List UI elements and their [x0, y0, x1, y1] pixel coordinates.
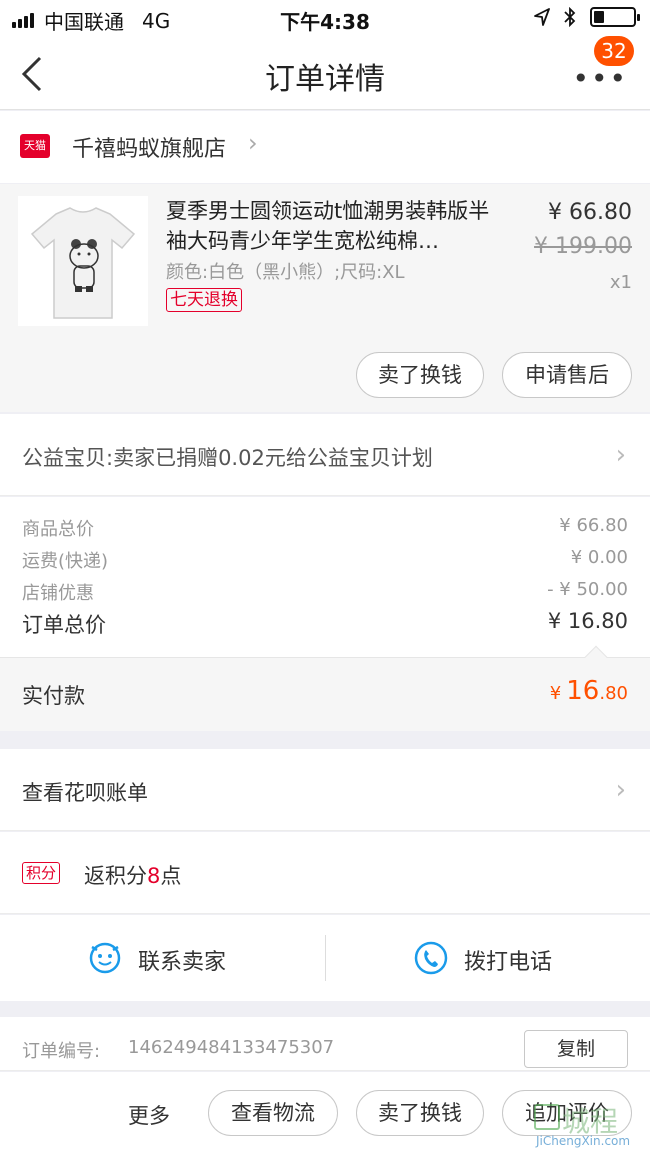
chat-face-icon [89, 942, 121, 974]
summary-row-total: 订单总价 ¥ 16.80 [22, 609, 628, 639]
more-menu-button[interactable]: ••• [572, 62, 628, 95]
product-sku: 颜色:白色（黑小熊）;尺码:XL [166, 262, 405, 283]
message-count-badge[interactable]: 32 [594, 36, 634, 66]
product-title[interactable]: 夏季男士圆领运动t恤潮男装韩版半袖大码青少年学生宽松纯棉… [166, 196, 506, 256]
points-suffix: 点 [160, 864, 182, 888]
watermark-subtext: JiChengXin.com [536, 1134, 631, 1148]
product-original-price: ¥ 199.00 [534, 234, 632, 259]
paid-amount-row: 实付款 ¥ 16.80 [0, 645, 650, 731]
huabei-bill-text: 查看花呗账单 [22, 781, 148, 805]
order-number-row: 订单编号: 146249484133475307 复制 [0, 1017, 650, 1071]
product-thumbnail[interactable] [18, 196, 148, 326]
order-number-value: 146249484133475307 [128, 1037, 335, 1058]
summary-label: 店铺优惠 [22, 583, 94, 604]
bluetooth-icon [564, 7, 576, 27]
shop-name[interactable]: 千禧蚂蚁旗舰店 [72, 131, 226, 163]
watermark-logo-icon [534, 1104, 560, 1130]
tshirt-image [30, 207, 136, 319]
paid-currency: ¥ [549, 683, 562, 704]
return-policy-tag: 七天退换 [166, 288, 242, 312]
chevron-right-icon: › [615, 775, 626, 805]
paid-value: ¥ 16.80 [550, 676, 628, 706]
summary-value: ¥ 16.80 [547, 609, 628, 633]
after-sale-button[interactable]: 申请售后 [502, 352, 632, 398]
call-phone-label: 拨打电话 [464, 950, 553, 975]
navigation-bar: 订单详情 ••• 32 [0, 36, 650, 110]
contact-seller-button[interactable]: 联系卖家 [0, 915, 325, 1001]
points-prefix: 返积分 [84, 864, 147, 888]
shop-row[interactable]: 天猫 千禧蚂蚁旗舰店 › [0, 111, 650, 183]
summary-value: ¥ 0.00 [570, 547, 628, 568]
battery-icon [590, 7, 640, 27]
summary-value: - ¥ 50.00 [547, 579, 628, 600]
huabei-bill-row[interactable]: 查看花呗账单 › [0, 749, 650, 831]
tmall-logo-icon: 天猫 [20, 134, 50, 158]
location-arrow-icon [534, 8, 550, 26]
summary-label: 订单总价 [22, 613, 106, 637]
status-bar: 中国联通 4G 下午4:38 [0, 0, 650, 36]
summary-label: 运费(快递) [22, 551, 109, 572]
summary-label: 商品总价 [22, 519, 94, 540]
paid-integer: 16 [566, 676, 600, 706]
product-quantity: x1 [609, 272, 632, 293]
status-right [534, 7, 640, 27]
more-actions-button[interactable]: 更多 [128, 1100, 170, 1130]
points-text: 返积分8点 [84, 860, 181, 890]
summary-row-shipping: 运费(快递) ¥ 0.00 [22, 547, 628, 573]
chevron-right-icon: › [615, 440, 626, 470]
page-title: 订单详情 [265, 62, 385, 97]
paid-decimal: .80 [599, 683, 628, 704]
charity-row[interactable]: 公益宝贝:卖家已捐赠0.02元给公益宝贝计划 › [0, 414, 650, 496]
phone-icon [414, 941, 448, 975]
points-number: 8 [147, 864, 161, 888]
contact-row: 联系卖家 拨打电话 [0, 915, 650, 1001]
order-number-label: 订单编号: [22, 1041, 101, 1062]
sell-button[interactable]: 卖了换钱 [356, 1090, 484, 1136]
sell-button[interactable]: 卖了换钱 [356, 352, 484, 398]
summary-row-discount: 店铺优惠 - ¥ 50.00 [22, 579, 628, 605]
points-row: 积分 返积分8点 [0, 832, 650, 914]
charity-text: 公益宝贝:卖家已捐赠0.02元给公益宝贝计划 [22, 446, 433, 470]
view-logistics-button[interactable]: 查看物流 [208, 1090, 338, 1136]
product-price: ¥ 66.80 [548, 200, 632, 225]
watermark-logo: 城程 JiChengXin.com [532, 1100, 644, 1150]
copy-button[interactable]: 复制 [524, 1030, 628, 1068]
call-phone-button[interactable]: 拨打电话 [326, 915, 650, 1001]
points-tag: 积分 [22, 862, 61, 884]
summary-row-subtotal: 商品总价 ¥ 66.80 [22, 515, 628, 541]
chevron-right-icon: › [248, 129, 258, 157]
product-card[interactable]: 夏季男士圆领运动t恤潮男装韩版半袖大码青少年学生宽松纯棉… 颜色:白色（黑小熊）… [0, 184, 650, 412]
contact-seller-label: 联系卖家 [138, 950, 227, 975]
summary-value: ¥ 66.80 [559, 515, 628, 536]
price-summary: 商品总价 ¥ 66.80 运费(快递) ¥ 0.00 店铺优惠 - ¥ 50.0… [0, 497, 650, 657]
paid-label: 实付款 [22, 684, 85, 708]
